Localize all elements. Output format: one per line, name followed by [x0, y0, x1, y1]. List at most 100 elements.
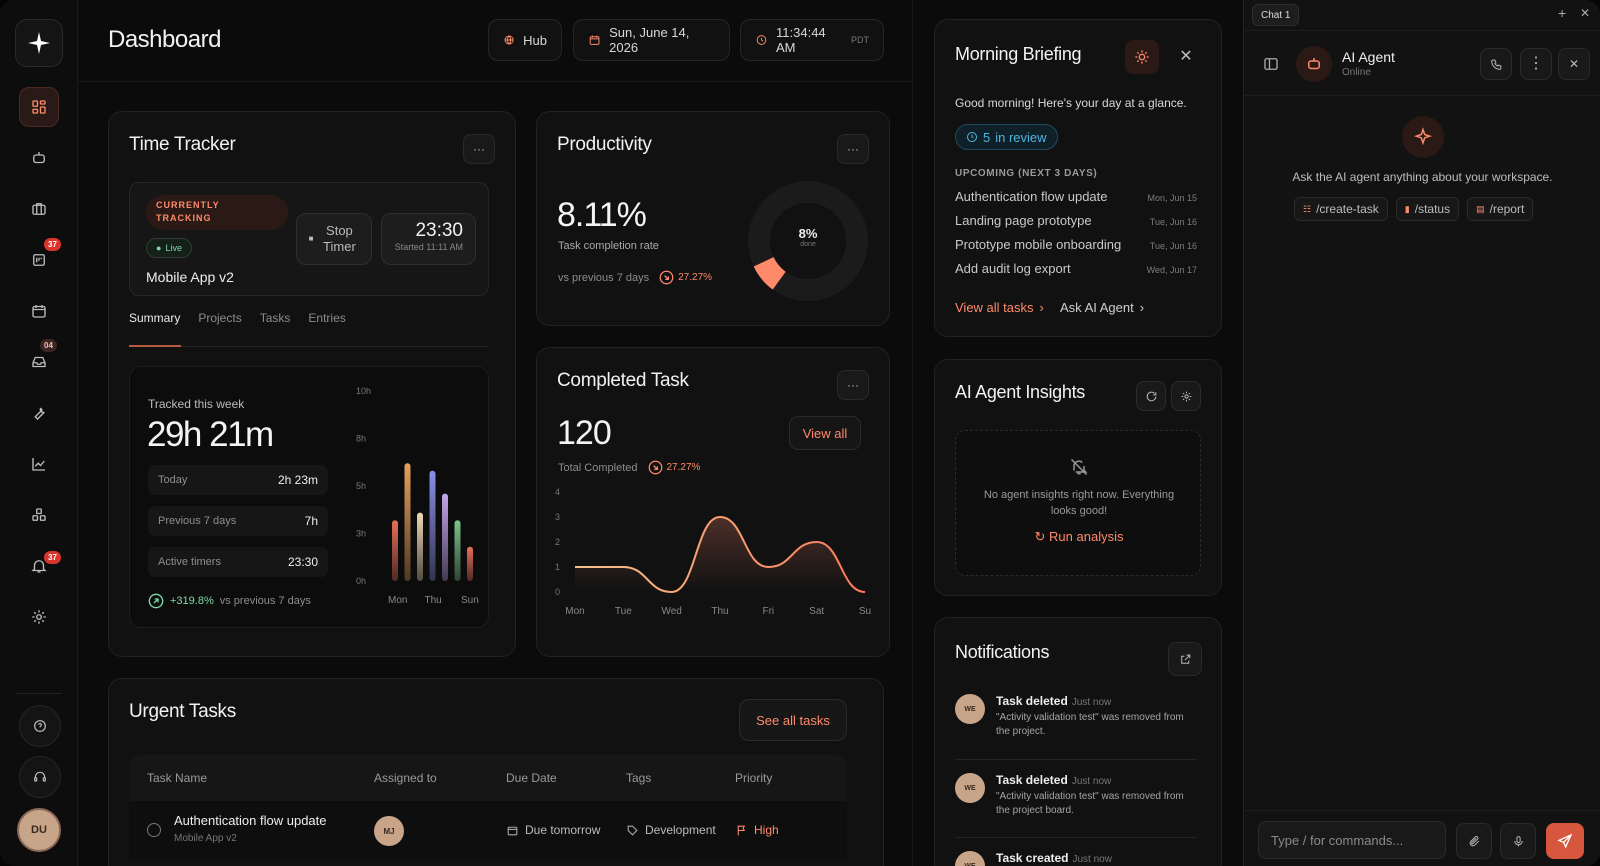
command-report[interactable]: ▤ /report	[1467, 197, 1534, 221]
sparkle-logo-icon	[28, 32, 50, 54]
y-tick-label: 2	[555, 537, 560, 547]
review-count: 5	[983, 129, 991, 145]
user-avatar[interactable]: DU	[17, 808, 61, 852]
close-chat-button[interactable]: ✕	[1558, 48, 1590, 80]
composer-divider	[1244, 810, 1600, 811]
time-text: 11:34:44 AM	[776, 25, 826, 55]
see-all-tasks-button[interactable]: See all tasks	[739, 699, 847, 741]
list-item[interactable]: Prototype mobile onboarding Tue, Jun 16	[955, 237, 1197, 252]
tab-projects[interactable]: Projects	[198, 311, 241, 325]
nav-dashboard[interactable]	[19, 87, 59, 127]
open-notifications-button[interactable]	[1168, 642, 1202, 676]
close-chat-tab-button[interactable]: ✕	[1580, 6, 1590, 20]
tracked-time-bar-chart: 10h 8h 5h 3h 0h Mon Thu Sun	[356, 386, 479, 606]
x-tick-label: Mon	[565, 606, 584, 617]
new-chat-button[interactable]: +	[1558, 5, 1566, 21]
refresh-insights-button[interactable]	[1136, 381, 1166, 411]
notification-item[interactable]: WE Task created Just now	[955, 851, 1197, 866]
help-button[interactable]	[19, 705, 61, 747]
trend-down-icon	[659, 270, 674, 285]
completed-label: Total Completed	[558, 461, 638, 474]
attach-button[interactable]	[1456, 823, 1492, 859]
hub-button[interactable]: Hub	[488, 19, 562, 61]
sparkle-icon	[1413, 127, 1433, 146]
list-item[interactable]: Authentication flow update Mon, Jun 15	[955, 189, 1197, 204]
nav-projects[interactable]	[19, 189, 59, 229]
productivity-more-button[interactable]: ···	[837, 134, 869, 164]
send-button[interactable]	[1546, 823, 1584, 859]
chat-tab[interactable]: Chat 1	[1252, 4, 1300, 26]
robot-icon	[33, 152, 45, 164]
notification-divider	[955, 837, 1197, 838]
col-tags: Tags	[626, 771, 652, 785]
insights-title: AI Agent Insights	[955, 382, 1085, 402]
tab-summary[interactable]: Summary	[129, 311, 180, 325]
hub-label: Hub	[523, 32, 547, 48]
tag-cell: Development	[626, 823, 716, 837]
insights-settings-button[interactable]	[1171, 381, 1201, 411]
tab-entries[interactable]: Entries	[308, 311, 345, 325]
table-row[interactable]: Authentication flow update Mobile App v2…	[129, 801, 847, 861]
stop-timer-button[interactable]: ■ Stop Timer	[296, 213, 372, 265]
date-display[interactable]: Sun, June 14, 2026	[573, 19, 730, 61]
nav-analytics[interactable]	[19, 444, 59, 484]
x-tick-label: Fri	[762, 606, 774, 617]
nav-ai-agent[interactable]	[19, 138, 59, 178]
nav-tools[interactable]	[19, 393, 59, 433]
notification-item[interactable]: WE Task deleted Just now "Activity valida…	[955, 694, 1197, 754]
urgent-tasks-card: Urgent Tasks See all tasks Task Name Ass…	[108, 678, 884, 866]
notification-title: Task deleted	[996, 694, 1068, 708]
timer-value: 23:30	[415, 220, 463, 241]
chart-bar	[467, 546, 473, 581]
notifications-badge: 37	[44, 551, 61, 564]
app-logo[interactable]	[15, 19, 63, 67]
sidebar-divider	[16, 693, 62, 694]
review-badge[interactable]: 5 in review	[955, 124, 1058, 150]
command-status[interactable]: ▮ /status	[1395, 197, 1460, 221]
date-text: Sun, June 14, 2026	[609, 25, 690, 55]
command-create-task[interactable]: ☷ /create-task	[1294, 197, 1388, 221]
due-date-text: Due tomorrow	[525, 823, 601, 837]
stat-label: Previous 7 days	[158, 515, 237, 527]
col-due-date: Due Date	[506, 771, 557, 785]
flag-icon	[737, 825, 746, 835]
gear-icon	[32, 610, 46, 624]
close-briefing-button[interactable]: ✕	[1175, 46, 1197, 68]
notification-item[interactable]: WE Task deleted Just now "Activity valida…	[955, 773, 1197, 833]
ring-value: 8%	[798, 226, 818, 241]
ask-ai-link[interactable]: Ask AI Agent ›	[1060, 300, 1144, 315]
view-all-tasks-link[interactable]: View all tasks ›	[955, 300, 1044, 315]
y-tick-label: 0	[555, 587, 560, 597]
microphone-icon	[1513, 835, 1523, 846]
voice-button[interactable]	[1500, 823, 1536, 859]
view-all-completed-button[interactable]: View all	[789, 416, 861, 450]
priority-text: High	[754, 823, 779, 837]
list-item[interactable]: Add audit log export Wed, Jun 17	[955, 261, 1197, 276]
nav-calendar[interactable]	[19, 291, 59, 331]
tracked-project-name: Mobile App v2	[146, 269, 234, 285]
upcoming-task: Add audit log export	[955, 261, 1071, 276]
change-value: 27.27%	[666, 462, 701, 473]
call-button[interactable]	[1480, 48, 1512, 80]
chat-input[interactable]: Type / for commands...	[1258, 821, 1446, 859]
task-checkbox[interactable]	[147, 823, 161, 837]
run-analysis-button[interactable]: ↻ Run analysis	[956, 529, 1202, 545]
nav-settings[interactable]	[19, 597, 59, 637]
list-item[interactable]: Landing page prototype Tue, Jun 16	[955, 213, 1197, 228]
time-tracker-more-button[interactable]: ···	[463, 134, 495, 164]
tab-tasks[interactable]: Tasks	[260, 311, 291, 325]
sidebar-toggle-icon[interactable]	[1262, 55, 1280, 73]
headset-icon	[34, 771, 46, 782]
upcoming-date: Tue, Jun 16	[1149, 241, 1197, 251]
completed-title: Completed Task	[557, 370, 689, 391]
col-priority: Priority	[735, 771, 773, 785]
x-tick-label: Sun	[461, 595, 479, 606]
completed-more-button[interactable]: ···	[837, 370, 869, 400]
upcoming-task: Prototype mobile onboarding	[955, 237, 1122, 252]
productivity-card: Productivity ··· 8.11% Task completion r…	[536, 111, 890, 326]
chat-header: AI Agent Online ⋮ ✕	[1244, 30, 1600, 96]
y-tick-label: 0h	[356, 576, 366, 586]
nav-integrations[interactable]	[19, 495, 59, 535]
support-button[interactable]	[19, 756, 61, 798]
chat-more-button[interactable]: ⋮	[1520, 48, 1552, 80]
